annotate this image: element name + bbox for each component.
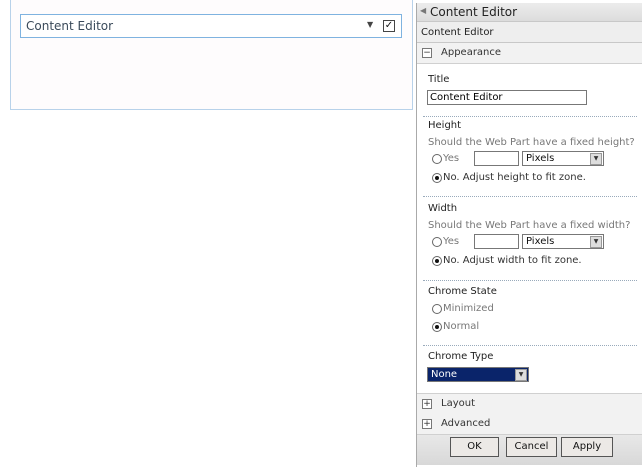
divider (423, 116, 637, 117)
web-part-title: Content Editor (26, 19, 114, 33)
width-yes-label: Yes (443, 236, 460, 247)
tool-pane: ◀ Content Editor Content Editor − Appear… (416, 3, 642, 467)
height-label: Height (428, 120, 462, 131)
apply-button[interactable]: Apply (561, 437, 613, 457)
title-input[interactable] (427, 90, 587, 105)
expand-plus-icon[interactable]: + (422, 399, 432, 409)
web-part-name: Content Editor (421, 27, 494, 38)
dropdown-arrow-icon[interactable]: ▼ (367, 20, 373, 29)
width-no-radio[interactable] (432, 256, 442, 266)
width-no-label: No. Adjust width to fit zone. (443, 255, 582, 266)
width-label: Width (428, 203, 458, 214)
height-no-radio[interactable] (432, 173, 442, 183)
chevron-down-icon: ▼ (590, 153, 602, 165)
height-yes-label: Yes (443, 153, 460, 164)
minimized-radio[interactable] (432, 304, 442, 314)
advanced-section-toggle[interactable]: + Advanced (417, 414, 642, 435)
divider (423, 280, 637, 281)
chrome-state-label: Chrome State (428, 286, 497, 297)
width-unit-value: Pixels (526, 236, 555, 247)
height-no-label: No. Adjust height to fit zone. (443, 172, 586, 183)
height-value-input[interactable] (474, 151, 519, 166)
collapse-minus-icon[interactable]: − (422, 48, 432, 58)
appearance-section-toggle[interactable]: − Appearance (417, 43, 642, 64)
chrome-type-select[interactable]: None ▼ (427, 367, 529, 382)
chevron-down-icon: ▼ (515, 369, 527, 381)
tool-pane-title: Content Editor (430, 5, 518, 19)
title-label: Title (428, 74, 450, 85)
minimized-label: Minimized (443, 303, 494, 314)
chrome-type-value: None (431, 369, 458, 380)
layout-section-toggle[interactable]: + Layout (417, 393, 642, 415)
chrome-type-label: Chrome Type (428, 351, 494, 362)
appearance-label: Appearance (441, 47, 502, 58)
width-question: Should the Web Part have a fixed width? (428, 220, 631, 231)
expand-plus-icon[interactable]: + (422, 419, 432, 429)
height-question: Should the Web Part have a fixed height? (428, 137, 635, 148)
width-unit-select[interactable]: Pixels ▼ (522, 234, 604, 249)
height-yes-radio[interactable] (432, 154, 442, 164)
advanced-label: Advanced (441, 418, 491, 429)
layout-label: Layout (441, 398, 475, 409)
height-unit-select[interactable]: Pixels ▼ (522, 151, 604, 166)
chevron-down-icon: ▼ (590, 236, 602, 248)
width-value-input[interactable] (474, 234, 519, 249)
ok-button[interactable]: OK (450, 437, 499, 457)
web-part-title-bar: Content Editor ▼ ✓ (20, 14, 402, 38)
web-part-checkbox[interactable]: ✓ (383, 20, 395, 32)
normal-radio[interactable] (432, 322, 442, 332)
collapse-arrow-icon[interactable]: ◀ (420, 6, 426, 15)
tool-pane-subheader: Content Editor (417, 22, 642, 43)
divider (423, 196, 637, 197)
divider (423, 345, 637, 346)
cancel-button[interactable]: Cancel (506, 437, 557, 457)
normal-label: Normal (443, 321, 480, 332)
width-yes-radio[interactable] (432, 237, 442, 247)
height-unit-value: Pixels (526, 153, 555, 164)
tool-pane-header: ◀ Content Editor (417, 3, 642, 22)
